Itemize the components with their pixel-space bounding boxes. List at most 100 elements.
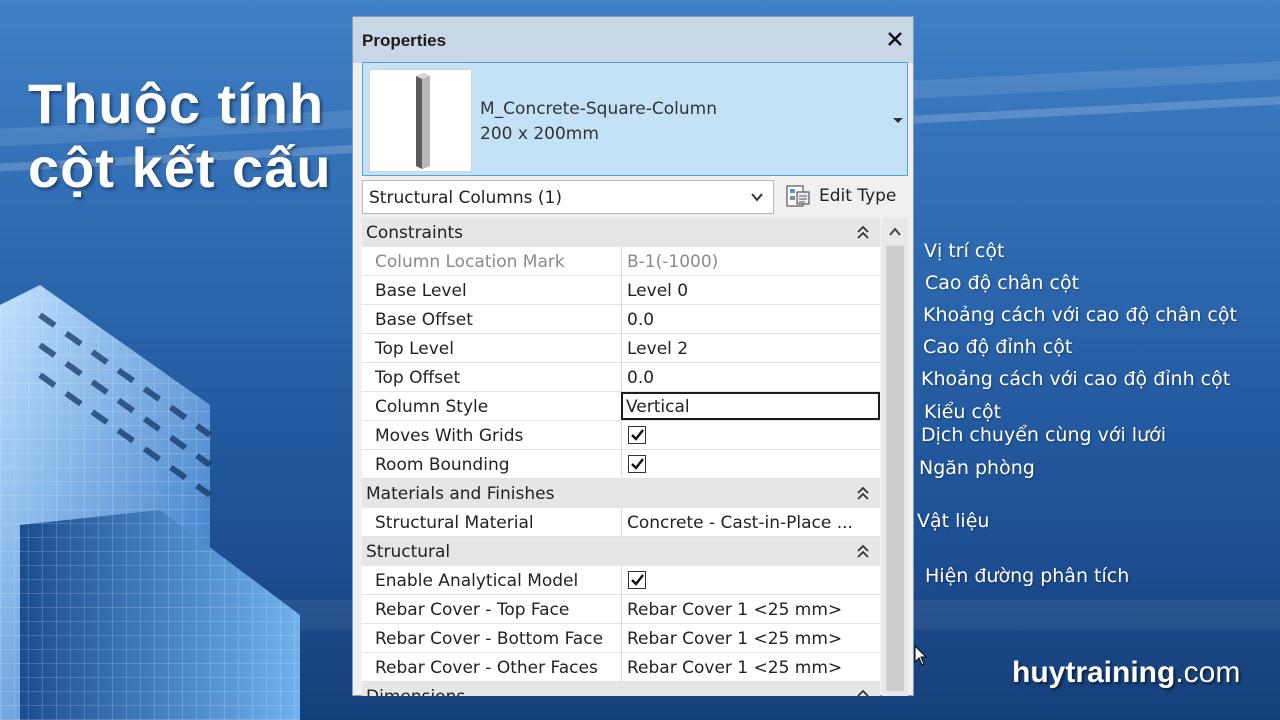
property-name: Top Offset — [375, 368, 461, 388]
property-value: Vertical — [626, 397, 690, 417]
edit-type-icon — [786, 185, 810, 207]
brand-logo: huytraining.com — [1012, 656, 1240, 690]
dropdown-arrow-icon[interactable] — [891, 113, 905, 127]
annotation: Vị trí cột — [924, 240, 1005, 262]
checkmark-icon — [631, 458, 644, 470]
checkmark-icon — [631, 574, 644, 586]
property-row[interactable]: Base Level Level 0 — [362, 276, 880, 305]
vertical-scrollbar[interactable] — [882, 218, 908, 696]
property-value: Rebar Cover 1 <25 mm> — [627, 629, 843, 649]
property-name: Top Level — [375, 339, 454, 359]
property-value: Concrete - Cast-in-Place ... — [627, 513, 853, 533]
property-name: Column Style — [375, 397, 489, 417]
section-label: Constraints — [366, 223, 463, 243]
property-row[interactable]: Column Location Mark B-1(-1000) — [362, 247, 880, 276]
property-value: B-1(-1000) — [627, 252, 719, 272]
annotation: Dịch chuyển cùng với lưới — [921, 424, 1167, 446]
property-name: Rebar Cover - Other Faces — [375, 658, 598, 678]
property-value: 0.0 — [627, 368, 655, 388]
annotation: Khoảng cách với cao độ đỉnh cột — [921, 368, 1231, 390]
property-row[interactable]: Structural Material Concrete - Cast-in-P… — [362, 508, 880, 537]
section-constraints[interactable]: Constraints — [362, 218, 880, 247]
collapse-icon[interactable] — [856, 543, 870, 559]
slide-title: Thuộc tính cột kết cấu — [28, 72, 348, 200]
property-row[interactable]: Rebar Cover - Bottom Face Rebar Cover 1 … — [362, 624, 880, 653]
section-structural[interactable]: Structural — [362, 537, 880, 566]
annotation: Khoảng cách với cao độ chân cột — [923, 304, 1237, 326]
properties-palette: Properties M_Concrete-Square-Column 200 … — [352, 16, 914, 696]
collapse-icon[interactable] — [856, 688, 870, 696]
annotation: Ngăn phòng — [919, 457, 1035, 479]
property-row[interactable]: Top Offset 0.0 — [362, 363, 880, 392]
column-style-input[interactable]: Vertical — [621, 392, 880, 420]
property-value-cell[interactable]: 0.0 — [621, 363, 880, 391]
property-row[interactable]: Column Style Vertical — [362, 392, 880, 421]
checkmark-icon — [631, 429, 644, 441]
property-name: Rebar Cover - Bottom Face — [375, 629, 604, 649]
property-name: Structural Material — [375, 513, 534, 533]
close-icon — [888, 32, 902, 46]
property-value-cell — [621, 421, 880, 449]
slide-title-line2: cột kết cấu — [28, 136, 332, 199]
room-bounding-checkbox[interactable] — [628, 455, 646, 473]
property-value: Level 0 — [627, 281, 689, 301]
property-value: Rebar Cover 1 <25 mm> — [627, 600, 843, 620]
properties-titlebar[interactable]: Properties — [353, 17, 913, 63]
property-value-cell[interactable]: Rebar Cover 1 <25 mm> — [621, 624, 880, 652]
property-value: Level 2 — [627, 339, 689, 359]
property-value-cell — [621, 566, 880, 594]
section-label: Dimensions — [366, 687, 465, 696]
collapse-icon[interactable] — [856, 224, 870, 240]
property-value-cell[interactable]: Level 0 — [621, 276, 880, 304]
property-row[interactable]: Moves With Grids — [362, 421, 880, 450]
type-selector[interactable]: M_Concrete-Square-Column 200 x 200mm — [362, 62, 908, 176]
type-family-name: M_Concrete-Square-Column — [480, 99, 717, 119]
properties-title: Properties — [362, 31, 447, 50]
section-label: Structural — [366, 542, 451, 562]
type-size-label: 200 x 200mm — [480, 124, 599, 144]
annotation: Cao độ đỉnh cột — [923, 336, 1073, 358]
annotation: Hiện đường phân tích — [925, 565, 1130, 587]
property-row[interactable]: Room Bounding — [362, 450, 880, 479]
property-value-cell[interactable]: Concrete - Cast-in-Place ... — [621, 508, 880, 536]
category-filter-dropdown[interactable]: Structural Columns (1) — [362, 180, 774, 214]
property-value-cell[interactable]: Rebar Cover 1 <25 mm> — [621, 595, 880, 623]
property-value-cell: B-1(-1000) — [621, 247, 880, 275]
scrollbar-thumb[interactable] — [886, 246, 904, 691]
category-filter-value: Structural Columns (1) — [369, 188, 562, 208]
skyscraper-illustration — [0, 285, 300, 720]
moves-with-grids-checkbox[interactable] — [628, 426, 646, 444]
property-value-cell[interactable]: Level 2 — [621, 334, 880, 362]
section-label: Materials and Finishes — [366, 484, 555, 504]
property-name: Rebar Cover - Top Face — [375, 600, 570, 620]
section-dimensions[interactable]: Dimensions — [362, 682, 880, 696]
property-row[interactable]: Rebar Cover - Top Face Rebar Cover 1 <25… — [362, 595, 880, 624]
section-materials-and-finishes[interactable]: Materials and Finishes — [362, 479, 880, 508]
enable-analytical-model-checkbox[interactable] — [628, 571, 646, 589]
property-row[interactable]: Enable Analytical Model — [362, 566, 880, 595]
property-name: Room Bounding — [375, 455, 510, 475]
collapse-icon[interactable] — [856, 485, 870, 501]
edit-type-button[interactable]: Edit Type — [781, 180, 907, 214]
property-name: Base Offset — [375, 310, 473, 330]
properties-grid: Constraints Column Location Mark B-1(-10… — [362, 218, 882, 696]
property-value-cell[interactable]: 0.0 — [621, 305, 880, 333]
property-row[interactable]: Rebar Cover - Other Faces Rebar Cover 1 … — [362, 653, 880, 682]
mouse-cursor-icon — [914, 645, 928, 666]
column-thumbnail-icon — [416, 73, 430, 169]
property-value-cell — [621, 450, 880, 478]
property-value: 0.0 — [627, 310, 655, 330]
chevron-down-icon — [751, 193, 763, 202]
type-preview — [369, 69, 472, 172]
brand-name: huytraining — [1012, 656, 1176, 689]
property-value-cell[interactable]: Rebar Cover 1 <25 mm> — [621, 653, 880, 681]
property-row[interactable]: Base Offset 0.0 — [362, 305, 880, 334]
property-row[interactable]: Top Level Level 2 — [362, 334, 880, 363]
property-name: Moves With Grids — [375, 426, 524, 446]
scroll-up-icon[interactable] — [888, 226, 902, 238]
property-name: Enable Analytical Model — [375, 571, 579, 591]
close-button[interactable] — [883, 27, 907, 51]
annotation: Cao độ chân cột — [925, 272, 1080, 294]
annotation: Vật liệu — [917, 510, 990, 532]
property-value: Rebar Cover 1 <25 mm> — [627, 658, 843, 678]
